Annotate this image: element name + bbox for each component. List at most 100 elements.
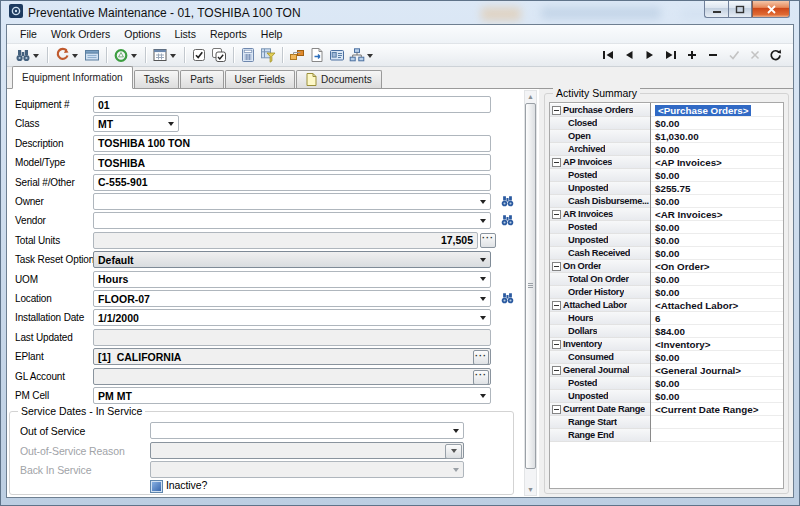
location-lookup-button[interactable] [499, 290, 516, 306]
tab-user-fields[interactable]: User Fields [225, 70, 296, 88]
activity-row-cash-disburseme-[interactable]: Cash Disburseme...$0.00 [550, 195, 783, 208]
activity-row-label-cell[interactable]: Range End [550, 429, 650, 442]
combo-arrow-icon[interactable] [168, 122, 174, 126]
dropdown-arrow-icon[interactable] [131, 54, 137, 58]
title-bar[interactable]: Preventative Maintenance - 01, TOSHIBA 1… [1, 1, 799, 24]
dropdown-arrow-icon[interactable] [72, 54, 78, 58]
vendor-field[interactable] [93, 212, 491, 229]
combo-arrow-icon[interactable] [480, 258, 486, 262]
contact-card-button[interactable] [327, 45, 347, 65]
app-icon[interactable] [9, 4, 23, 18]
collapse-icon[interactable] [552, 158, 561, 167]
activity-row-label-cell[interactable]: Posted [550, 221, 650, 234]
activity-row-inventory[interactable]: Inventory<Inventory> [550, 338, 783, 351]
installation-date-field[interactable]: 1/1/2000 [93, 309, 491, 326]
activity-row-value-cell[interactable]: $0.00 [651, 377, 783, 390]
activity-row-label-cell[interactable]: Hours [550, 312, 650, 325]
task-check-button[interactable] [189, 45, 209, 65]
activity-row-ar-invoices[interactable]: AR Invoices<AR Invoices> [550, 208, 783, 221]
activity-row-label-cell[interactable]: Order History [550, 286, 650, 299]
pm-cell-field[interactable]: PM MT [93, 387, 491, 404]
activity-row-value-cell[interactable]: $0.00 [651, 247, 783, 260]
activity-row-value-cell[interactable]: $1,030.00 [651, 130, 783, 143]
activity-row-value-cell[interactable]: <Attached Labor> [651, 299, 783, 312]
description-field[interactable]: TOSHIBA 100 TON [93, 135, 491, 152]
activity-row-value-cell[interactable]: $0.00 [651, 351, 783, 364]
inactive-checkbox[interactable] [150, 480, 163, 493]
activity-row-general-journal[interactable]: General Journal<General Journal> [550, 364, 783, 377]
combo-arrow-icon[interactable] [480, 277, 486, 281]
activity-row-range-start[interactable]: Range Start [550, 416, 783, 429]
nav-first-button[interactable] [597, 46, 618, 64]
activity-row-label-cell[interactable]: On Order [550, 260, 650, 273]
total-units-field[interactable]: 17,505 [93, 232, 478, 249]
activity-row-unposted[interactable]: Unposted$255.75 [550, 182, 783, 195]
vendor-lookup-button[interactable] [499, 212, 516, 228]
serial-other-field[interactable]: C-555-901 [93, 174, 491, 191]
calendar-button[interactable] [150, 45, 180, 65]
maximize-button[interactable] [728, 1, 752, 18]
card-view-button[interactable] [82, 45, 102, 65]
activity-row-range-end[interactable]: Range End [550, 429, 783, 442]
combo-arrow-icon[interactable] [480, 297, 486, 301]
minimize-button[interactable] [704, 1, 728, 18]
activity-row-label-cell[interactable]: Purchase Orders [550, 104, 650, 117]
activity-row-label-cell[interactable]: Unposted [550, 234, 650, 247]
activity-row-value-cell[interactable]: <Current Date Range> [651, 403, 783, 416]
activity-row-dollars[interactable]: Dollars$84.00 [550, 325, 783, 338]
activity-row-closed[interactable]: Closed$0.00 [550, 117, 783, 130]
class-field[interactable]: MT [93, 115, 179, 132]
nav-insert-button[interactable] [681, 46, 702, 64]
equipment--field[interactable]: 01 [93, 96, 491, 113]
activity-row-ap-invoices[interactable]: AP Invoices<AP Invoices> [550, 156, 783, 169]
eplant-field[interactable]: [1] CALIFORNIA··· [93, 348, 491, 365]
eplant-browse-button[interactable]: ··· [473, 350, 489, 365]
activity-row-value-cell[interactable]: $0.00 [651, 390, 783, 403]
activity-row-label-cell[interactable]: Inventory [550, 338, 650, 351]
uom-field[interactable]: Hours [93, 271, 491, 288]
owner-field[interactable] [93, 193, 491, 210]
activity-row-label-cell[interactable]: AR Invoices [550, 208, 650, 221]
activity-row-label-cell[interactable]: AP Invoices [550, 156, 650, 169]
find-button[interactable] [13, 45, 43, 65]
collapse-icon[interactable] [552, 106, 561, 115]
activity-row-attached-labor[interactable]: Attached Labor<Attached Labor> [550, 299, 783, 312]
nav-refresh-button[interactable] [765, 46, 786, 64]
location-field[interactable]: FLOOR-07 [93, 290, 491, 307]
activity-row-total-on-order[interactable]: Total On Order$0.00 [550, 273, 783, 286]
activity-row-order-history[interactable]: Order History$0.00 [550, 286, 783, 299]
tab-tasks[interactable]: Tasks [134, 70, 180, 88]
activity-row-label-cell[interactable]: Closed [550, 117, 650, 130]
activity-row-open[interactable]: Open$1,030.00 [550, 130, 783, 143]
send-document-button[interactable] [307, 45, 327, 65]
model-type-field[interactable]: TOSHIBA [93, 154, 491, 171]
owner-lookup-button[interactable] [499, 193, 516, 209]
nav-next-button[interactable] [639, 46, 660, 64]
activity-row-value-cell[interactable]: $0.00 [651, 169, 783, 182]
nav-delete-button[interactable] [702, 46, 723, 64]
activity-row-posted[interactable]: Posted$0.00 [550, 221, 783, 234]
activity-row-current-date-range[interactable]: Current Date Range<Current Date Range> [550, 403, 783, 416]
activity-row-posted[interactable]: Posted$0.00 [550, 377, 783, 390]
work-order-button[interactable] [52, 45, 82, 65]
dropdown-arrow-icon[interactable] [170, 54, 176, 58]
activity-row-value-cell[interactable] [651, 429, 783, 442]
collapse-icon[interactable] [552, 301, 561, 310]
collapse-icon[interactable] [552, 366, 561, 375]
total-units-browse-button[interactable]: ··· [480, 233, 496, 248]
out-of-service-field[interactable] [150, 422, 464, 439]
activity-row-label-cell[interactable]: Posted [550, 169, 650, 182]
activity-row-value-cell[interactable]: <Inventory> [651, 338, 783, 351]
combo-arrow-icon[interactable] [480, 394, 486, 398]
gl-account-field[interactable]: ··· [93, 368, 491, 385]
menu-help[interactable]: Help [254, 26, 290, 42]
activity-row-on-order[interactable]: On Order<On Order> [550, 260, 783, 273]
activity-row-label-cell[interactable]: Unposted [550, 182, 650, 195]
activity-row-value-cell[interactable]: $0.00 [651, 234, 783, 247]
activity-row-cash-received[interactable]: Cash Received$0.00 [550, 247, 783, 260]
activity-row-value-cell[interactable]: $0.00 [651, 286, 783, 299]
activity-row-value-cell[interactable]: 6 [651, 312, 783, 325]
combo-arrow-icon[interactable] [480, 200, 486, 204]
tab-parts[interactable]: Parts [180, 70, 223, 88]
activity-row-value-cell[interactable]: <General Journal> [651, 364, 783, 377]
